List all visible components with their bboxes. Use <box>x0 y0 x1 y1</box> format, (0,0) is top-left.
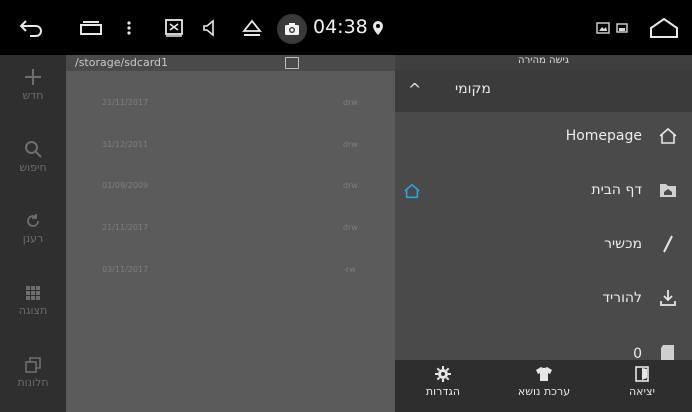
nav-item-label: דף הבית <box>591 182 642 198</box>
eject-icon[interactable] <box>240 0 264 55</box>
panel-title: גישה מהירה <box>395 55 692 70</box>
nav-item-label: מכשיר <box>604 236 642 252</box>
toolbar-label: יציאה <box>629 385 655 398</box>
screenshot-icon[interactable] <box>162 0 186 55</box>
file-perm: -rw <box>343 265 356 274</box>
sidebar-item-label: חדש <box>22 89 44 102</box>
nav-item-label: Homepage <box>565 128 642 144</box>
status-bar: 04:38 <box>0 0 692 55</box>
sidebar-item-windows[interactable]: חלונות <box>0 343 66 403</box>
nav-item-download[interactable]: להוריד <box>395 274 692 326</box>
nav-item-sd[interactable]: 0 <box>395 328 692 362</box>
sidebar-item-view[interactable]: תצוגה <box>0 271 66 331</box>
file-perm: drw <box>343 98 358 107</box>
theme-button[interactable]: ערכת נושא <box>504 366 584 410</box>
download-icon <box>660 290 676 306</box>
panel-toolbar: הגדרות ערכת נושא יציאה <box>395 360 692 412</box>
toolbar-label: ערכת נושא <box>517 385 571 398</box>
section-label: מקומי <box>455 81 491 97</box>
settings-icon <box>435 366 451 382</box>
windows-icon <box>25 357 41 373</box>
nav-item-homepage[interactable]: Homepage <box>395 112 692 164</box>
folder-home-icon <box>660 184 676 197</box>
sidebar-item-label: תצוגה <box>18 304 48 317</box>
home-outline-icon <box>659 127 677 144</box>
tshirt-icon <box>536 367 552 381</box>
exit-icon <box>635 366 649 382</box>
gallery-icon <box>594 0 612 55</box>
file-row[interactable]: 03/11/2017 -rw <box>66 252 395 286</box>
folder-icon[interactable] <box>285 57 299 69</box>
file-perm: drw <box>343 223 358 232</box>
sidebar-item-new[interactable]: חדש <box>0 55 66 115</box>
sidebar-item-label: רענן <box>22 232 44 245</box>
file-row[interactable]: 21/11/2017 drw <box>66 210 395 244</box>
file-list: /storage/sdcard1 21/11/2017 drw 31/12/20… <box>66 55 395 412</box>
file-row[interactable]: 01/09/2009 drw <box>66 168 395 202</box>
toolbar-label: הגדרות <box>425 385 461 398</box>
file-date: 01/09/2009 <box>102 181 149 190</box>
path-text: /storage/sdcard1 <box>75 56 169 69</box>
nav-item-label: להוריד <box>602 290 642 306</box>
file-row[interactable]: 31/12/2011 drw <box>66 127 395 161</box>
file-date: 03/11/2017 <box>102 265 149 274</box>
file-perm: drw <box>343 181 358 190</box>
plus-icon <box>25 69 41 85</box>
exit-button[interactable]: יציאה <box>602 366 682 410</box>
slash-icon <box>663 235 673 253</box>
back-icon[interactable] <box>14 0 48 55</box>
quick-access-panel: גישה מהירה ^ מקומי Homepage דף הבית מכשי… <box>395 55 692 412</box>
menu-dots-icon[interactable] <box>121 0 137 55</box>
file-date: 21/11/2017 <box>102 223 149 232</box>
sidebar: חדש חיפוש רענן תצוגה חלונות <box>0 55 66 412</box>
recent-apps-icon[interactable] <box>78 0 104 55</box>
file-date: 31/12/2011 <box>102 140 149 149</box>
search-icon <box>25 141 42 158</box>
home-outline-icon <box>404 183 420 199</box>
sidebar-item-refresh[interactable]: רענן <box>0 199 66 259</box>
camera-icon[interactable] <box>277 14 307 44</box>
sidebar-item-label: חיפוש <box>19 161 47 174</box>
volume-icon[interactable] <box>200 0 222 55</box>
file-perm: drw <box>343 140 358 149</box>
grid-icon <box>26 286 40 300</box>
refresh-icon <box>27 214 39 227</box>
home-icon[interactable] <box>647 0 681 55</box>
file-date: 21/11/2017 <box>102 98 149 107</box>
location-pin-icon <box>371 0 385 55</box>
sidebar-item-search[interactable]: חיפוש <box>0 127 66 187</box>
chevron-up-icon[interactable]: ^ <box>408 80 421 99</box>
nav-item-home-folder[interactable]: דף הבית <box>395 166 692 218</box>
clock: 04:38 <box>313 16 368 38</box>
sidebar-item-label: חלונות <box>17 376 49 389</box>
settings-button[interactable]: הגדרות <box>403 366 483 410</box>
file-row[interactable]: 21/11/2017 drw <box>66 85 395 119</box>
picture-icon <box>614 0 630 55</box>
path-bar: /storage/sdcard1 <box>66 55 395 71</box>
nav-item-device[interactable]: מכשיר <box>395 220 692 272</box>
section-local[interactable]: ^ מקומי <box>395 70 692 112</box>
